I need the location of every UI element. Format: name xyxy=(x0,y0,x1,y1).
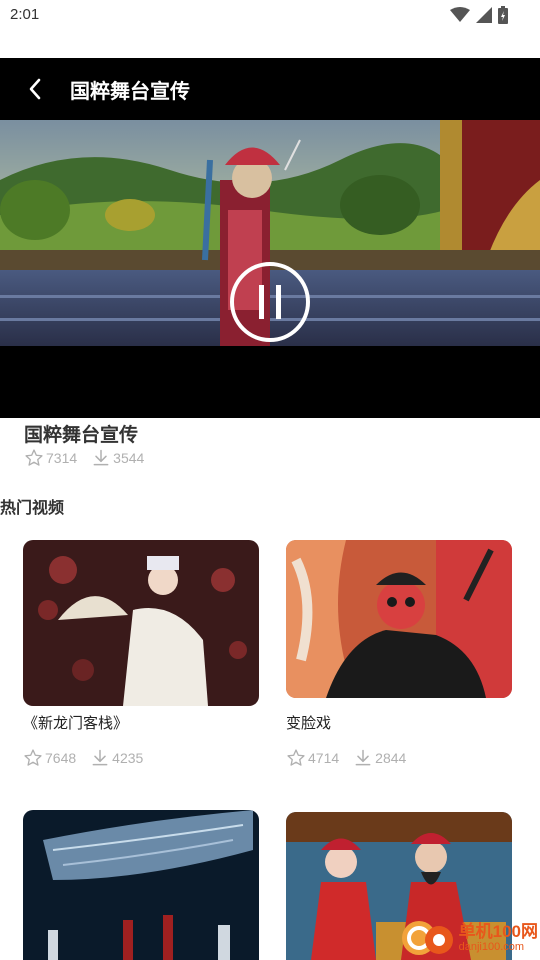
wifi-icon xyxy=(450,7,470,22)
status-bar: 2:01 xyxy=(0,0,540,32)
page-title: 国粹舞台宣传 xyxy=(70,78,190,103)
download-stat[interactable]: 2844 xyxy=(353,748,406,768)
star-icon xyxy=(287,749,305,766)
download-count: 2844 xyxy=(375,750,407,766)
star-count: 7648 xyxy=(45,750,77,766)
video-card[interactable]: 变脸戏 4714 2844 xyxy=(286,540,522,768)
video-frame[interactable] xyxy=(0,120,540,346)
pause-icon xyxy=(230,262,310,342)
download-stat[interactable]: 4235 xyxy=(90,748,143,768)
download-icon xyxy=(355,749,371,766)
status-time: 2:01 xyxy=(10,6,40,23)
download-icon xyxy=(93,449,109,466)
download-count: 3544 xyxy=(113,450,145,466)
star-count: 7314 xyxy=(46,450,78,466)
star-stat[interactable]: 7314 xyxy=(24,448,77,468)
battery-icon xyxy=(498,6,508,24)
video-card-stats: 4714 2844 xyxy=(286,748,522,768)
video-card[interactable] xyxy=(23,810,259,960)
star-stat[interactable]: 4714 xyxy=(286,748,339,768)
download-icon xyxy=(92,749,108,766)
back-arrow-icon xyxy=(29,78,41,100)
video-player[interactable]: 国粹舞台宣传 xyxy=(0,58,540,418)
signal-icon xyxy=(476,7,492,23)
download-stat[interactable]: 3544 xyxy=(91,448,144,468)
watermark-title: 单机100网 xyxy=(458,922,538,941)
star-count: 4714 xyxy=(308,750,340,766)
watermark-logo-icon xyxy=(401,921,453,955)
download-count: 4235 xyxy=(112,750,144,766)
section-title: 热门视频 xyxy=(0,498,65,517)
video-card-title: 变脸戏 xyxy=(286,714,332,732)
video-card[interactable]: 《新龙门客栈》 7648 4235 xyxy=(23,540,259,768)
video-thumbnail[interactable] xyxy=(286,540,512,698)
thumbnail-image xyxy=(23,810,259,960)
star-stat[interactable]: 7648 xyxy=(23,748,76,768)
video-topbar: 国粹舞台宣传 xyxy=(0,58,540,120)
thumbnail-image xyxy=(286,540,512,698)
video-card-stats: 7648 4235 xyxy=(23,748,259,768)
watermark: 单机100网 danji100.com xyxy=(399,918,538,958)
star-icon xyxy=(24,749,42,766)
thumbnail-image xyxy=(23,540,259,706)
video-stats: 7314 3544 xyxy=(24,448,158,468)
watermark-url: danji100.com xyxy=(458,941,525,953)
pause-button[interactable] xyxy=(229,261,311,343)
video-thumbnail[interactable] xyxy=(23,810,259,960)
star-icon xyxy=(25,449,43,466)
video-thumbnail[interactable] xyxy=(23,540,259,706)
back-button[interactable] xyxy=(10,58,60,120)
status-icons xyxy=(450,6,508,24)
video-title: 国粹舞台宣传 xyxy=(24,424,139,446)
video-card-title: 《新龙门客栈》 xyxy=(23,714,129,732)
